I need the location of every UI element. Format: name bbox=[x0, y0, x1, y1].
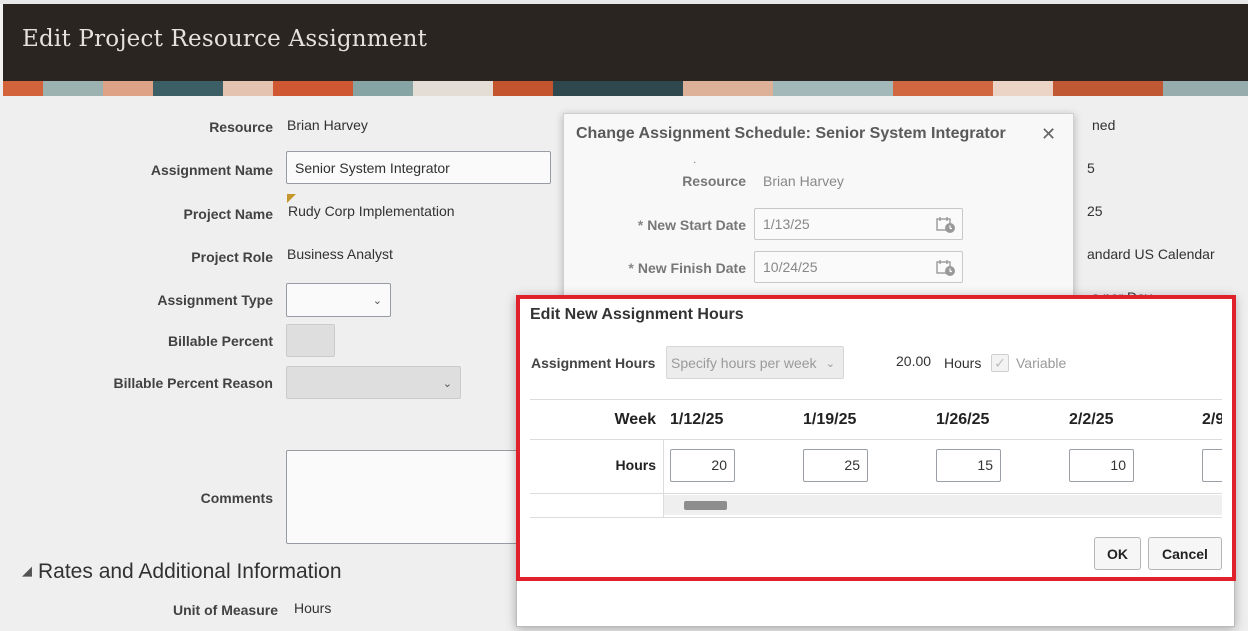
calendar-icon[interactable] bbox=[936, 259, 956, 277]
scrollbar-thumb[interactable] bbox=[684, 501, 727, 510]
change-schedule-dialog-title: Change Assignment Schedule: Senior Syste… bbox=[576, 125, 1006, 142]
weekly-hours-grid: Week 1/12/25 1/19/25 1/26/25 2/2/25 2/9/… bbox=[530, 399, 1222, 519]
new-start-date-value: 1/13/25 bbox=[763, 216, 810, 232]
dot-marker: . bbox=[693, 152, 697, 166]
cancel-button[interactable]: Cancel bbox=[1148, 537, 1222, 570]
week-column-header: 2/2/25 bbox=[1069, 411, 1114, 428]
week-row-label: Week bbox=[614, 411, 656, 428]
week-hours-input[interactable] bbox=[1202, 449, 1222, 482]
assignment-hours-unit: Hours bbox=[944, 355, 982, 371]
page-header: Edit Project Resource Assignment bbox=[3, 4, 1248, 81]
hours-row-label: Hours bbox=[615, 457, 656, 473]
variable-checkbox[interactable]: ✓ bbox=[991, 354, 1009, 372]
grid-line bbox=[530, 399, 1222, 400]
assignment-hours-value: 20.00 bbox=[896, 353, 932, 369]
chevron-down-icon: ⌄ bbox=[825, 358, 835, 370]
required-marker: * bbox=[628, 260, 634, 276]
change-schedule-dialog: Change Assignment Schedule: Senior Syste… bbox=[563, 113, 1074, 303]
page-title: Edit Project Resource Assignment bbox=[22, 26, 428, 52]
week-hours-input[interactable]: 15 bbox=[936, 449, 1001, 482]
new-finish-date-value: 10/24/25 bbox=[763, 259, 818, 275]
ok-button[interactable]: OK bbox=[1094, 537, 1141, 570]
new-finish-date-label: * New Finish Date bbox=[564, 260, 746, 276]
grid-line bbox=[530, 517, 1222, 518]
week-column-header: 1/12/25 bbox=[670, 411, 724, 428]
week-column-header: 1/19/25 bbox=[803, 411, 857, 428]
week-column-header: 2/9/25 bbox=[1202, 411, 1222, 428]
week-column-header: 1/26/25 bbox=[936, 411, 990, 428]
new-finish-date-text: New Finish Date bbox=[637, 260, 746, 276]
schedule-resource-label: Resource bbox=[682, 173, 746, 189]
week-hours-input[interactable]: 10 bbox=[1069, 449, 1134, 482]
grid-line bbox=[530, 493, 1222, 494]
horizontal-scrollbar[interactable] bbox=[664, 495, 1222, 515]
schedule-resource-value: Brian Harvey bbox=[763, 173, 844, 189]
new-finish-date-input[interactable]: 10/24/25 bbox=[754, 251, 963, 283]
week-hours-input[interactable]: 25 bbox=[803, 449, 868, 482]
grid-line bbox=[530, 439, 1222, 440]
calendar-icon[interactable] bbox=[936, 216, 956, 234]
close-icon[interactable]: ✕ bbox=[1041, 124, 1056, 145]
assignment-hours-mode-value: Specify hours per week bbox=[671, 354, 817, 371]
new-start-date-input[interactable]: 1/13/25 bbox=[754, 208, 963, 240]
required-marker: * bbox=[637, 217, 644, 233]
assignment-hours-mode-select[interactable]: Specify hours per week ⌄ bbox=[666, 346, 844, 379]
new-start-date-label: * New Start Date bbox=[564, 217, 746, 233]
new-start-date-text: New Start Date bbox=[647, 217, 746, 233]
edit-hours-dialog-title: Edit New Assignment Hours bbox=[530, 306, 744, 323]
week-hours-input[interactable]: 20 bbox=[670, 449, 735, 482]
assignment-hours-label: Assignment Hours bbox=[531, 355, 656, 371]
edit-assignment-hours-dialog: Edit New Assignment Hours Assignment Hou… bbox=[516, 295, 1235, 627]
variable-label: Variable bbox=[1016, 355, 1067, 371]
